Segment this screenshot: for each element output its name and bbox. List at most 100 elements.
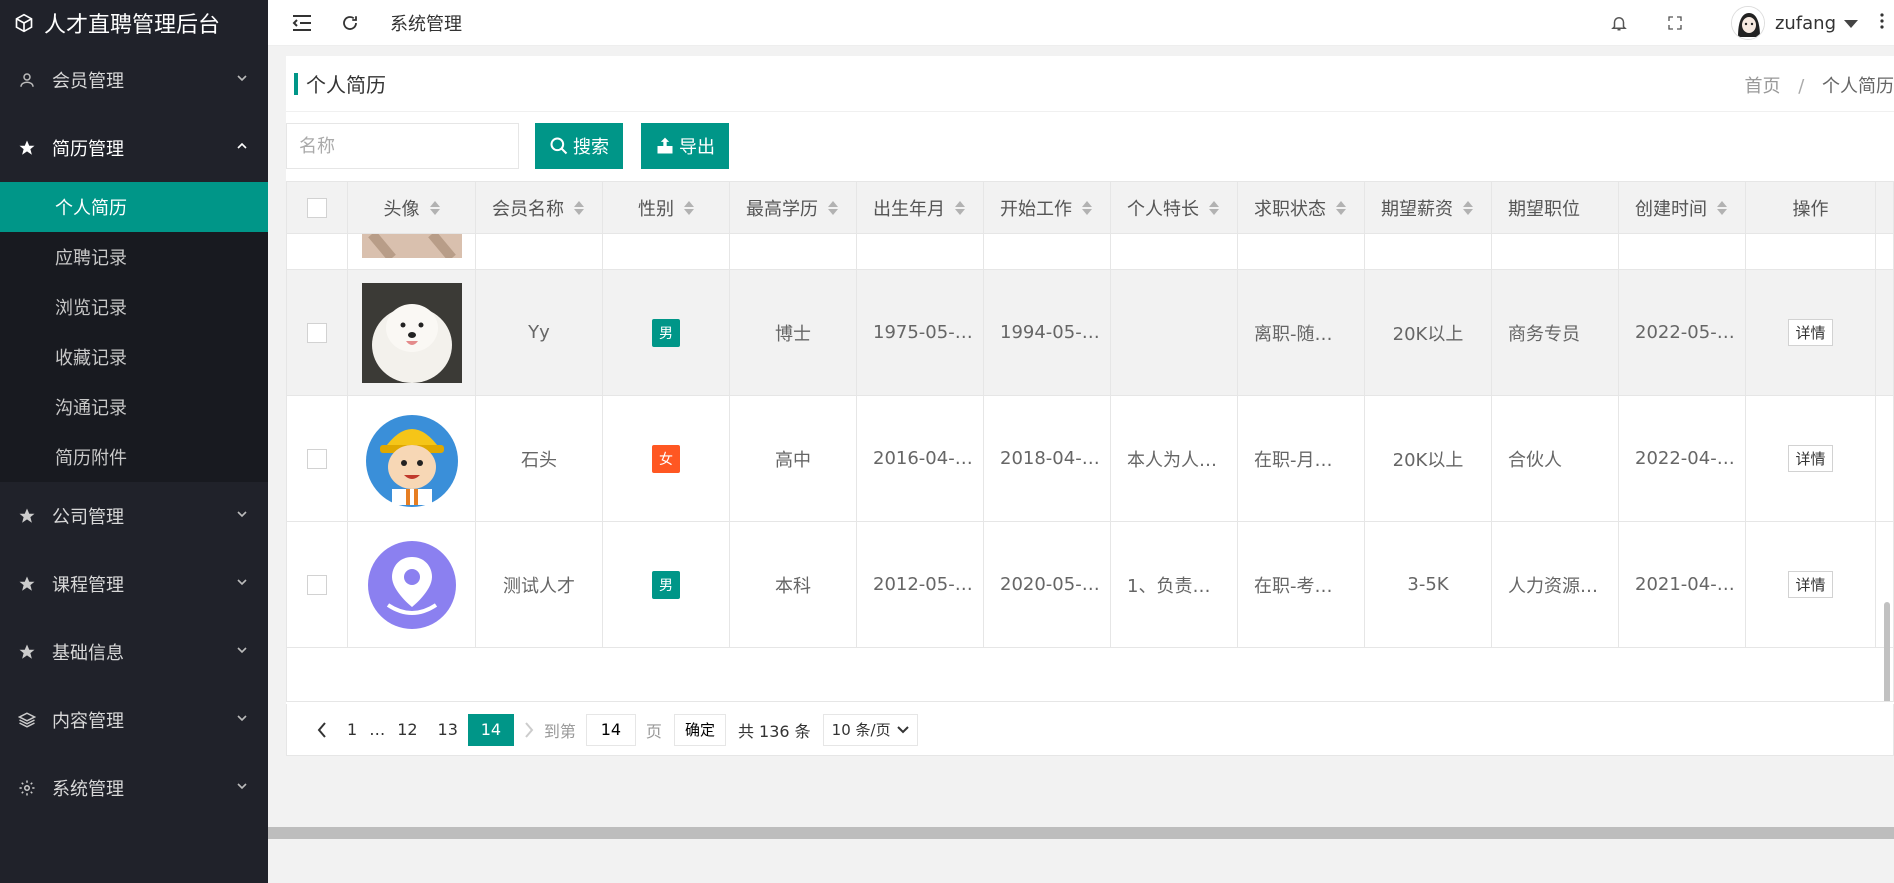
- location-pin-avatar: [367, 540, 456, 629]
- next-page-icon[interactable]: [514, 714, 544, 746]
- chevron-up-icon: [237, 142, 247, 149]
- search-input[interactable]: [286, 123, 519, 169]
- username[interactable]: zufang: [1775, 13, 1836, 34]
- cell: [1492, 234, 1619, 269]
- detail-button[interactable]: 详情: [1788, 571, 1833, 598]
- actions-cell: 详情: [1746, 396, 1876, 521]
- expected-salary: 20K以上: [1365, 396, 1492, 521]
- sidebar-item-browse-history[interactable]: 浏览记录: [0, 282, 268, 332]
- search-button[interactable]: 搜索: [535, 123, 623, 169]
- checkbox-cell: [287, 522, 348, 647]
- menu-fold-icon[interactable]: [292, 13, 312, 33]
- column-header[interactable]: 开始工作: [984, 182, 1111, 234]
- sidebar-item-favorites[interactable]: 收藏记录: [0, 332, 268, 382]
- page-1[interactable]: 1: [337, 714, 367, 746]
- column-header[interactable]: 头像: [348, 182, 476, 234]
- cell: [857, 234, 984, 269]
- gear-icon: [18, 779, 36, 797]
- sort-icon[interactable]: [1717, 201, 1727, 215]
- page-13[interactable]: 13: [428, 714, 468, 746]
- job-status: 在职-考…: [1238, 522, 1365, 647]
- job-status: 在职-月…: [1238, 396, 1365, 521]
- skills: [1111, 270, 1238, 395]
- star-icon: [18, 507, 36, 525]
- row-checkbox[interactable]: [307, 448, 327, 469]
- pagination: 1 … 12 13 14 到第 页 确定 共 136 条 10 条/页: [286, 704, 1894, 756]
- export-button-label: 导出: [679, 137, 715, 158]
- cube-icon: [15, 13, 33, 33]
- sort-icon[interactable]: [1209, 201, 1219, 215]
- sidebar-item-basic-info[interactable]: 基础信息: [0, 618, 268, 686]
- column-header[interactable]: 性别: [603, 182, 730, 234]
- sidebar-item-content[interactable]: 内容管理: [0, 686, 268, 754]
- content-card: 个人简历 首页 / 个人简历 搜索 导出 头像 会员名称 性别 最高学历 出生年…: [286, 56, 1894, 756]
- select-all-checkbox[interactable]: [307, 198, 327, 218]
- page-size-value: 10 条/页: [831, 721, 891, 739]
- avatar[interactable]: [1730, 6, 1765, 40]
- sidebar-item-label: 基础信息: [52, 643, 124, 664]
- checkbox-cell: [287, 396, 348, 521]
- breadcrumb-home[interactable]: 首页: [1744, 76, 1780, 97]
- export-button[interactable]: 导出: [641, 123, 729, 169]
- prev-page-icon[interactable]: [307, 714, 337, 746]
- sidebar-item-label: 会员管理: [52, 71, 124, 92]
- caret-down-icon[interactable]: [1844, 14, 1858, 33]
- detail-button[interactable]: 详情: [1788, 319, 1833, 346]
- sort-icon[interactable]: [1336, 201, 1346, 215]
- sort-icon[interactable]: [955, 201, 965, 215]
- column-header[interactable]: 个人特长: [1111, 182, 1238, 234]
- sort-icon[interactable]: [1082, 201, 1092, 215]
- fullscreen-icon[interactable]: [1665, 13, 1685, 33]
- sex-badge: 男: [652, 570, 680, 599]
- table-row: [287, 234, 1893, 270]
- work-start: 1994-05-…: [984, 270, 1111, 395]
- cartoon-worker-avatar: [365, 414, 458, 507]
- education: 高中: [730, 396, 857, 521]
- bell-icon[interactable]: [1609, 13, 1629, 33]
- column-header[interactable]: 会员名称: [476, 182, 603, 234]
- page-14-current[interactable]: 14: [467, 713, 514, 746]
- horizontal-scrollbar[interactable]: [268, 827, 1894, 839]
- sidebar-item-courses[interactable]: 课程管理: [0, 550, 268, 618]
- sidebar-item-applications[interactable]: 应聘记录: [0, 232, 268, 282]
- sidebar-item-communications[interactable]: 沟通记录: [0, 382, 268, 432]
- column-header: 期望职位: [1492, 182, 1619, 234]
- sidebar-item-attachments[interactable]: 简历附件: [0, 432, 268, 482]
- avatar-cell: [348, 396, 476, 521]
- column-header[interactable]: 期望薪资: [1365, 182, 1492, 234]
- column-header[interactable]: 求职状态: [1238, 182, 1365, 234]
- column-header[interactable]: 出生年月: [857, 182, 984, 234]
- page-size-select[interactable]: 10 条/页: [822, 713, 918, 746]
- goto-page-input[interactable]: [585, 713, 636, 746]
- table-scrollbar[interactable]: [1884, 602, 1890, 701]
- sex-badge: 男: [652, 318, 680, 347]
- breadcrumb-current: 个人简历: [1822, 76, 1894, 97]
- sidebar-item-label: 系统管理: [52, 779, 124, 800]
- column-header[interactable]: 创建时间: [1619, 182, 1746, 234]
- sidebar-item-resume[interactable]: 简历管理: [0, 114, 268, 182]
- detail-button[interactable]: 详情: [1788, 445, 1833, 472]
- more-vertical-icon[interactable]: [1880, 13, 1884, 33]
- sidebar-item-companies[interactable]: 公司管理: [0, 482, 268, 550]
- row-checkbox[interactable]: [307, 322, 327, 343]
- goto-confirm-button[interactable]: 确定: [673, 713, 726, 746]
- sort-icon[interactable]: [684, 201, 694, 215]
- page-12[interactable]: 12: [387, 714, 427, 746]
- header-tab-system[interactable]: 系统管理: [390, 10, 462, 36]
- sidebar-item-personal-resume[interactable]: 个人简历: [0, 182, 268, 232]
- expected-salary: 3-5K: [1365, 522, 1492, 647]
- column-header[interactable]: 最高学历: [730, 182, 857, 234]
- sort-icon[interactable]: [828, 201, 838, 215]
- row-checkbox[interactable]: [307, 574, 327, 595]
- title-bar: 个人简历: [286, 56, 1894, 112]
- table-row: 石头 女 高中 2016-04-… 2018-04-… 本人为人… 在职-月… …: [287, 396, 1893, 522]
- sort-icon[interactable]: [429, 201, 440, 215]
- sort-icon[interactable]: [1463, 201, 1473, 215]
- refresh-icon[interactable]: [340, 13, 360, 33]
- sidebar-item-system[interactable]: 系统管理: [0, 754, 268, 822]
- sex-badge: 女: [652, 444, 680, 473]
- sex-cell: 男: [603, 270, 730, 395]
- sidebar-item-members[interactable]: 会员管理: [0, 46, 268, 114]
- user-icon: [18, 71, 36, 89]
- sort-icon[interactable]: [574, 201, 584, 215]
